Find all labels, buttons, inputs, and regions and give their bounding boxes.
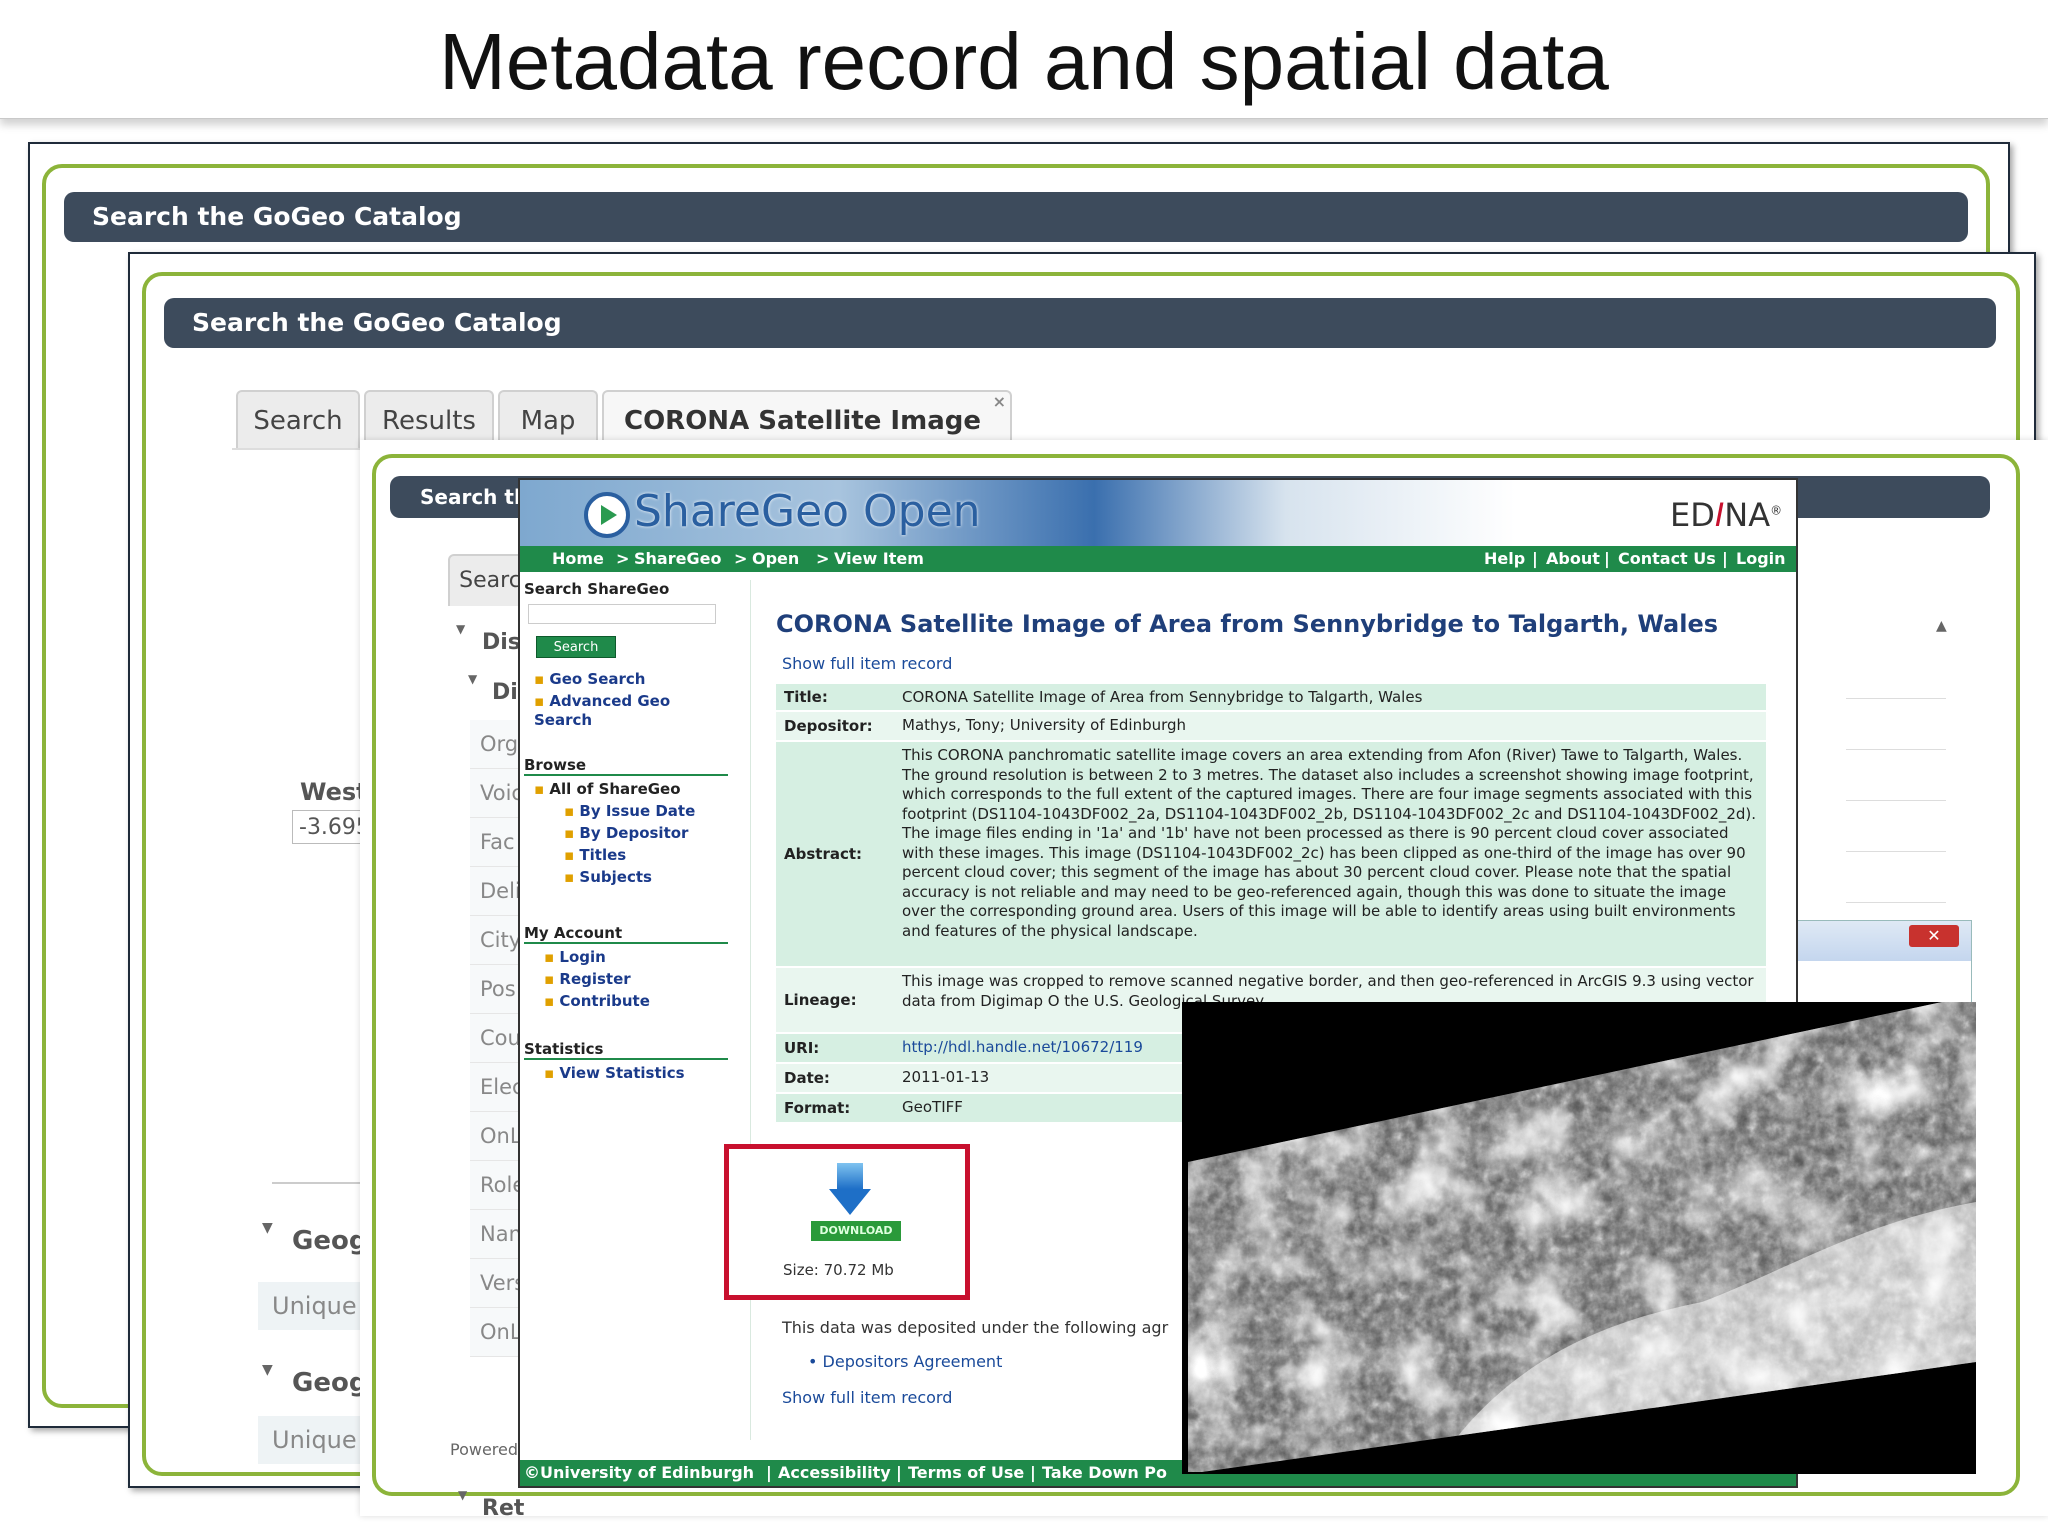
depositors-agreement-link[interactable]: • Depositors Agreement (808, 1352, 1002, 1371)
sidebar-browse-all[interactable]: ▪ All of ShareGeo (534, 780, 681, 798)
search-sharegeo-heading: Search ShareGeo (524, 580, 670, 598)
catalog-header-front-text: Search th (420, 485, 529, 509)
breadcrumb-sep: > (734, 549, 748, 568)
sidebar-link-register[interactable]: ▪ Register (544, 970, 631, 988)
sidebar-link-titles[interactable]: ▪ Titles (564, 846, 626, 864)
footer-sep: | (766, 1463, 772, 1482)
breadcrumb-open[interactable]: Open (752, 546, 799, 572)
breadcrumb-view-item[interactable]: View Item (834, 546, 924, 572)
download-arrow-head (829, 1189, 871, 1215)
slide-title: Metadata record and spatial data (439, 17, 1609, 106)
collapse-arrow-icon[interactable]: ▼ (456, 622, 465, 636)
sidebar-link-by-depositor[interactable]: ▪ By Depositor (564, 824, 688, 842)
collapse-arrow-icon[interactable]: ▼ (458, 1488, 467, 1502)
footer-accessibility[interactable]: Accessibility (778, 1460, 891, 1486)
footer-sep: | (896, 1463, 902, 1482)
sidebar-divider (750, 580, 751, 1440)
window-close-icon[interactable]: ✕ (1909, 925, 1959, 947)
browse-heading: Browse (524, 756, 728, 776)
breadcrumb-sharegeo[interactable]: ShareGeo (634, 546, 721, 572)
collapse-arrow-icon[interactable]: ▼ (262, 1220, 273, 1236)
link-contact[interactable]: Contact Us (1618, 546, 1716, 572)
breadcrumb-sep: > (816, 549, 830, 568)
download-button[interactable]: DOWNLOAD (811, 1221, 901, 1241)
west-label: West (300, 778, 368, 806)
meta-row-depositor: Depositor: Mathys, Tony; University of Ed… (776, 712, 1766, 742)
sharegeo-nav: Home > ShareGeo > Open > View Item Help … (520, 546, 1796, 572)
statistics-heading: Statistics (524, 1040, 728, 1060)
show-full-record-link[interactable]: Show full item record (782, 654, 952, 673)
link-about[interactable]: About (1546, 546, 1600, 572)
catalog-header-mid-text: Search the GoGeo Catalog (192, 308, 562, 337)
breadcrumb-home[interactable]: Home (552, 546, 604, 572)
collapse-arrow-icon[interactable]: ▼ (262, 1362, 273, 1378)
sharegeo-banner: ShareGeo Open EDINA® (520, 480, 1796, 546)
collapse-arrow-icon[interactable]: ▼ (468, 672, 477, 686)
link-help[interactable]: Help (1484, 546, 1525, 572)
item-title: CORONA Satellite Image of Area from Senn… (776, 610, 1718, 638)
footer-sep: | (1030, 1463, 1036, 1482)
sidebar-link-geo-search[interactable]: ▪ Geo Search (534, 670, 646, 688)
download-highlight-box: DOWNLOAD Size: 70.72 Mb (724, 1144, 970, 1300)
footer-terms[interactable]: Terms of Use (908, 1460, 1024, 1486)
divider (272, 1182, 372, 1184)
powered-by: Powered (450, 1440, 519, 1459)
sharegeo-sidebar: Search ShareGeo Search ▪ Geo Search ▪ Ad… (524, 580, 734, 1440)
scroll-up-icon[interactable]: ▲ (1936, 618, 1947, 634)
sidebar-link-login[interactable]: ▪ Login (544, 948, 606, 966)
catalog-header-back: Search the GoGeo Catalog (64, 192, 1968, 242)
edina-logo: EDINA® (1670, 496, 1783, 534)
download-size: Size: 70.72 Mb (783, 1261, 894, 1279)
sidebar-link-advanced-geo[interactable]: ▪ Advanced Geo Search (534, 692, 694, 730)
close-tab-icon[interactable]: × (993, 394, 1006, 410)
sharegeo-logo-icon (584, 492, 630, 538)
show-full-record-link-2[interactable]: Show full item record (782, 1388, 952, 1407)
nav-sep: | (1604, 549, 1610, 568)
footer-copyright: ©University of Edinburgh (524, 1463, 755, 1482)
tab-search[interactable]: Search (236, 390, 360, 450)
sidebar-search-button[interactable]: Search (536, 636, 616, 658)
satellite-image (1182, 1002, 1976, 1474)
catalog-header-back-text: Search the GoGeo Catalog (92, 202, 462, 231)
catalog-header-mid: Search the GoGeo Catalog (164, 298, 1996, 348)
download-arrow-icon[interactable] (837, 1163, 863, 1189)
my-account-heading: My Account (524, 924, 728, 944)
sidebar-link-view-statistics[interactable]: ▪ View Statistics (544, 1064, 685, 1082)
deposited-text: This data was deposited under the follow… (782, 1318, 1169, 1337)
ret-heading: Ret (482, 1496, 525, 1521)
breadcrumb-sep: > (616, 549, 630, 568)
dis-heading-1: Dis (482, 630, 521, 655)
slide-title-bar: Metadata record and spatial data (0, 0, 2048, 119)
dis-heading-2: Di (492, 680, 518, 705)
footer-takedown[interactable]: Take Down Po (1042, 1460, 1167, 1486)
sidebar-link-subjects[interactable]: ▪ Subjects (564, 868, 652, 886)
sidebar-link-contribute[interactable]: ▪ Contribute (544, 992, 650, 1010)
nav-sep: | (1722, 549, 1728, 568)
sharegeo-logo: ShareGeo Open (634, 486, 981, 537)
meta-row-title: Title: CORONA Satellite Image of Area fro… (776, 684, 1766, 712)
sidebar-link-by-issue-date[interactable]: ▪ By Issue Date (564, 802, 695, 820)
meta-row-abstract: Abstract: This CORONA panchromatic satell… (776, 742, 1766, 968)
satellite-image-graphic (1188, 1002, 1976, 1472)
nav-sep: | (1532, 549, 1538, 568)
link-login[interactable]: Login (1736, 546, 1786, 572)
sidebar-search-input[interactable] (528, 604, 716, 624)
